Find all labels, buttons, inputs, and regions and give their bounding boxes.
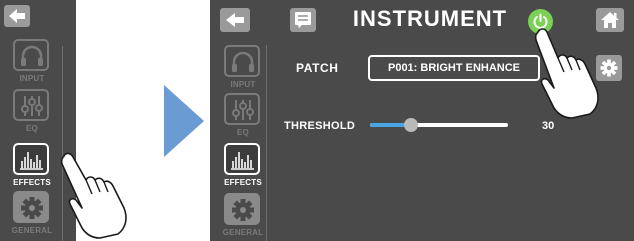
patch-select[interactable]: P001: BRIGHT ENHANCE: [368, 55, 540, 81]
effects-bars-icon: [224, 143, 260, 175]
eq-sliders-icon: [13, 89, 49, 121]
sidebar-item-label: EQ: [237, 128, 249, 137]
gear-icon: [224, 193, 260, 225]
back-arrow-icon: [9, 9, 25, 23]
threshold-slider-knob[interactable]: [404, 118, 419, 132]
sidebar-item-eq[interactable]: EQ: [214, 93, 272, 139]
sidebar-item-input[interactable]: INPUT: [214, 45, 272, 91]
back-button[interactable]: [4, 5, 30, 27]
back-button[interactable]: [220, 8, 250, 32]
effects-bars-icon: [13, 143, 49, 175]
sidebar-item-effects[interactable]: EFFECTS: [214, 143, 272, 189]
patch-label: PATCH: [296, 61, 339, 75]
sidebar: INPUT EQ EFFECTS GENERAL: [218, 45, 268, 241]
sidebar-item-label: INPUT: [230, 80, 256, 89]
sidebar-item-label: EFFECTS: [13, 178, 51, 187]
gear-icon: [13, 191, 49, 223]
headphones-icon: [224, 45, 260, 77]
threshold-label: THRESHOLD: [284, 120, 356, 132]
sidebar-item-label: GENERAL: [222, 228, 264, 237]
sidebar-item-general[interactable]: GENERAL: [3, 191, 61, 237]
sidebar-item-general[interactable]: GENERAL: [214, 193, 272, 239]
pointing-hand-icon: [534, 28, 599, 119]
menu-button[interactable]: [290, 8, 316, 32]
sidebar: INPUT EQ EFFECTS GENERAL: [3, 39, 61, 239]
eq-sliders-icon: [224, 93, 260, 125]
sidebar-item-effects[interactable]: EFFECTS: [3, 143, 61, 189]
pointing-hand-icon: [60, 152, 127, 239]
headphones-icon: [13, 39, 49, 71]
sidebar-item-label: INPUT: [19, 74, 45, 83]
sidebar-item-eq[interactable]: EQ: [3, 89, 61, 135]
page-title: INSTRUMENT: [352, 6, 508, 31]
menu-list-icon: [295, 12, 311, 28]
sidebar-item-label: GENERAL: [11, 226, 53, 235]
threshold-slider[interactable]: [370, 118, 508, 132]
sidebar-item-label: EQ: [26, 124, 38, 133]
sidebar-item-label: EFFECTS: [224, 178, 262, 187]
back-arrow-icon: [226, 13, 244, 27]
sidebar-item-input[interactable]: INPUT: [3, 39, 61, 85]
transition-arrow-icon: [164, 85, 204, 157]
